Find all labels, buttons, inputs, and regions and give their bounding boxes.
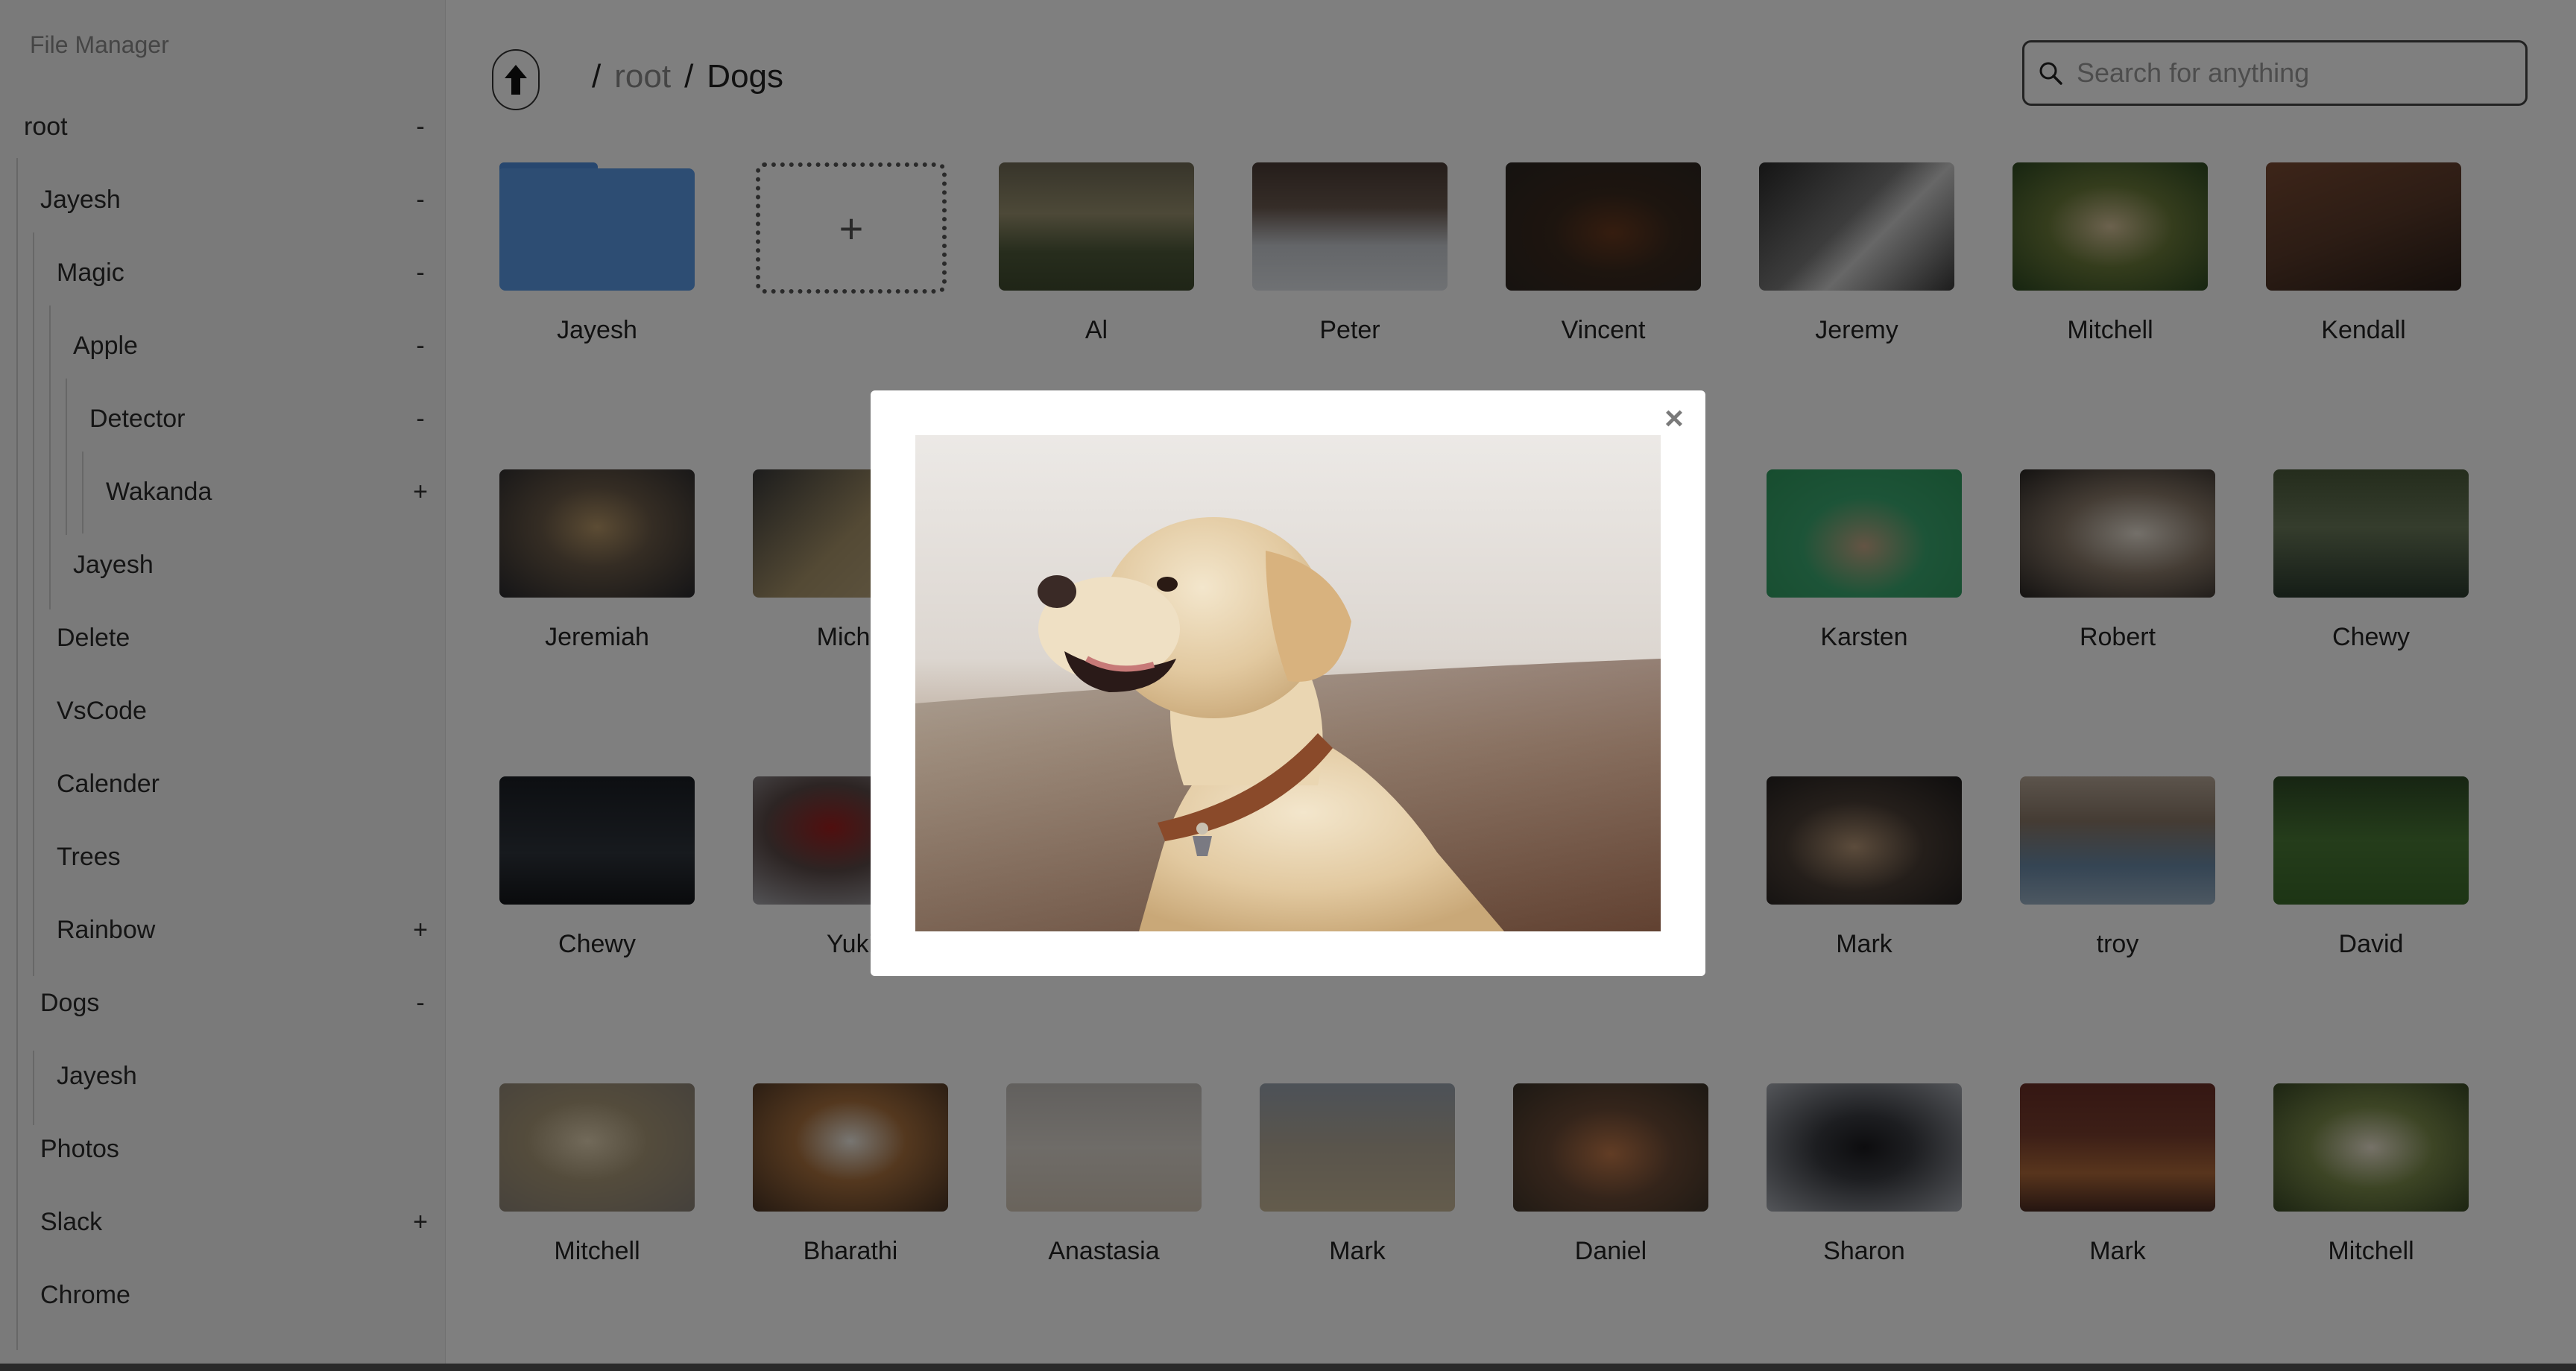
image-preview-modal: ×: [871, 390, 1705, 976]
bottom-edge: [0, 1364, 2576, 1371]
preview-image: [915, 435, 1661, 931]
labrador-image: [915, 435, 1661, 931]
close-icon[interactable]: ×: [1658, 400, 1690, 437]
file-manager-app: File Manager root - Jayesh - Magic - App…: [0, 0, 2576, 1371]
